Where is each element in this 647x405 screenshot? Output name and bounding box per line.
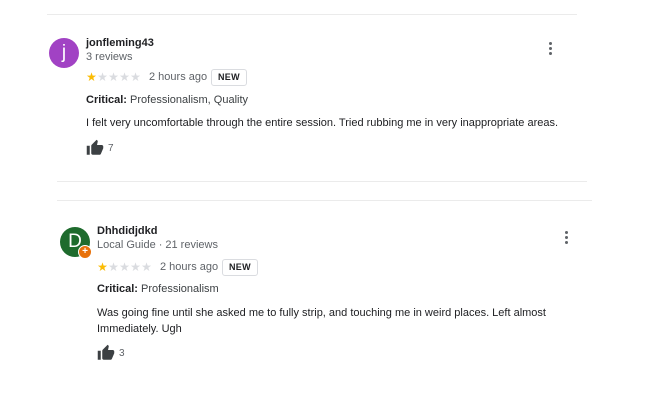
- local-guide-label: Local Guide: [97, 239, 156, 251]
- review-count: 21 reviews: [165, 239, 218, 251]
- local-guide-badge-icon: +: [78, 245, 92, 259]
- star-filled-icon: ★: [97, 260, 108, 274]
- review-card: j jonfleming43 3 reviews ★ ★ ★ ★ ★ 2 hours a…: [0, 0, 647, 180]
- review-card: D + Dhhdidjdkd Local Guide · 21 reviews ★ ★…: [0, 200, 647, 405]
- review-time: 2 hours ago: [149, 71, 208, 83]
- like-count: 7: [108, 142, 114, 154]
- reviewer-name[interactable]: Dhhdidjdkd: [97, 225, 158, 237]
- more-vert-icon[interactable]: [562, 230, 572, 246]
- star-empty-icon: ★: [108, 260, 119, 274]
- star-empty-icon: ★: [119, 70, 130, 84]
- critical-label: Critical:: [86, 94, 127, 106]
- like-button[interactable]: 3: [97, 344, 125, 362]
- reviewer-meta[interactable]: Local Guide · 21 reviews: [97, 239, 218, 251]
- avatar-letter: j: [61, 42, 67, 63]
- critical-line: Critical: Professionalism: [97, 283, 219, 295]
- review-text: Was going fine until she asked me to ful…: [97, 307, 546, 335]
- star-empty-icon: ★: [130, 70, 141, 84]
- reviewer-name[interactable]: jonfleming43: [86, 37, 154, 49]
- rating-stars: ★ ★ ★ ★ ★: [86, 71, 141, 83]
- critical-value: Professionalism, Quality: [130, 94, 249, 106]
- like-button[interactable]: 7: [86, 139, 114, 157]
- review-time: 2 hours ago: [160, 261, 219, 273]
- avatar[interactable]: j: [49, 38, 79, 68]
- critical-value: Professionalism: [141, 283, 219, 295]
- critical-label: Critical:: [97, 283, 138, 295]
- star-empty-icon: ★: [97, 70, 108, 84]
- like-count: 3: [119, 347, 125, 359]
- middle-divider: [57, 181, 587, 182]
- star-filled-icon: ★: [86, 70, 97, 84]
- thumb-up-icon: [97, 344, 115, 360]
- thumb-up-icon: [86, 139, 104, 155]
- star-empty-icon: ★: [108, 70, 119, 84]
- new-badge: NEW: [222, 259, 258, 276]
- critical-line: Critical: Professionalism, Quality: [86, 94, 248, 106]
- review-text: I felt very uncomfortable through the en…: [86, 117, 559, 129]
- star-empty-icon: ★: [119, 260, 130, 274]
- star-empty-icon: ★: [130, 260, 141, 274]
- star-empty-icon: ★: [141, 260, 152, 274]
- more-vert-icon[interactable]: [546, 41, 556, 57]
- rating-stars: ★ ★ ★ ★ ★: [97, 261, 152, 273]
- reviewer-meta[interactable]: 3 reviews: [86, 51, 132, 63]
- new-badge: NEW: [211, 69, 247, 86]
